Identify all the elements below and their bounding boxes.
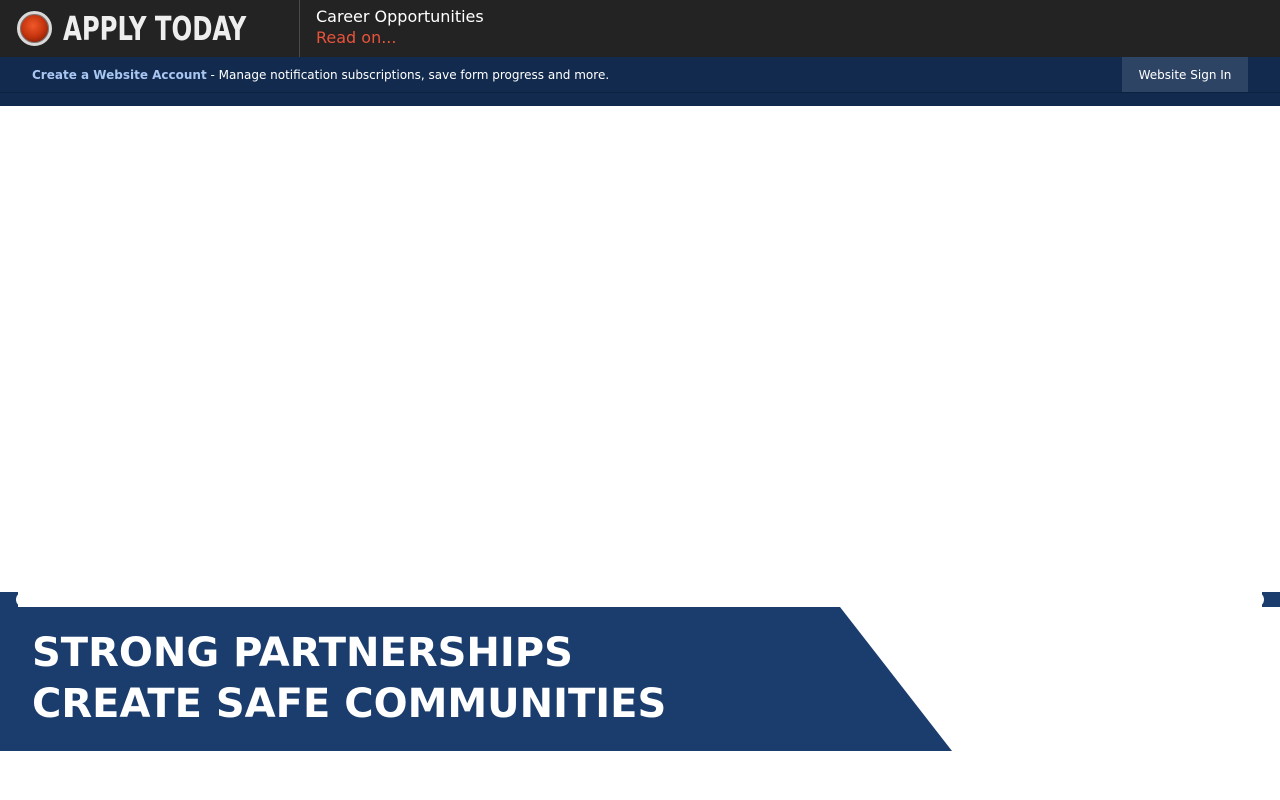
nav-strip [0, 92, 1280, 106]
banner-line-2: CREATE SAFE COMMUNITIES [32, 681, 667, 727]
hero-image-area [0, 106, 1280, 592]
alert-heading: Career Opportunities [316, 7, 484, 26]
account-message: Create a Website Account - Manage notifi… [0, 68, 609, 82]
banner-slider-track [16, 592, 1264, 607]
website-sign-in-button[interactable]: Website Sign In [1122, 57, 1248, 92]
alert-read-on-link[interactable]: Read on... [316, 27, 484, 49]
account-bar: Create a Website Account - Manage notifi… [0, 57, 1280, 92]
hero-banner: STRONG PARTNERSHIPS CREATE SAFE COMMUNIT… [0, 592, 1280, 751]
alert-brand[interactable]: APPLY TODAY [0, 0, 300, 57]
alert-title: APPLY TODAY [63, 9, 247, 48]
account-description: - Manage notification subscriptions, sav… [206, 67, 610, 82]
alert-content: Career Opportunities Read on... [300, 0, 484, 57]
banner-line-1: STRONG PARTNERSHIPS [32, 630, 573, 676]
banner-edge-right [1262, 592, 1280, 607]
create-account-link[interactable]: Create a Website Account [32, 68, 207, 82]
alert-dot-icon [17, 11, 52, 46]
banner-headline: STRONG PARTNERSHIPS CREATE SAFE COMMUNIT… [32, 628, 666, 730]
alert-bar: APPLY TODAY Career Opportunities Read on… [0, 0, 1280, 57]
